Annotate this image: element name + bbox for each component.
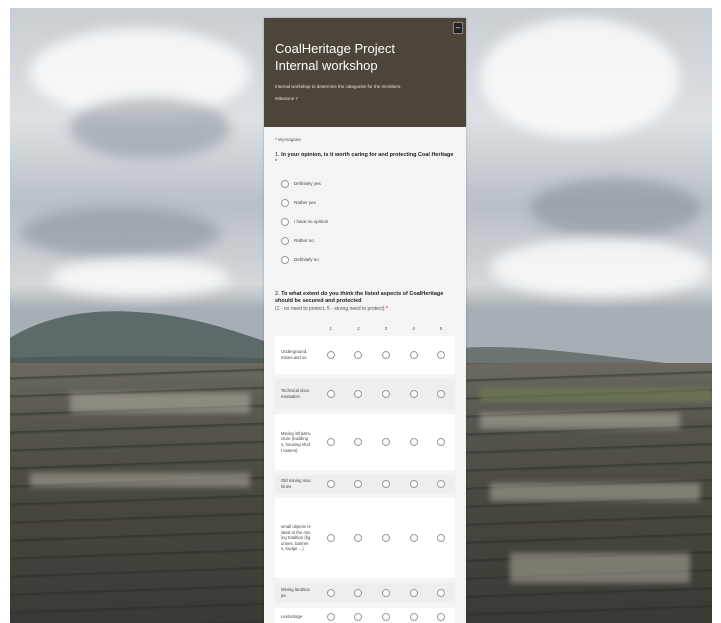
radio-button[interactable] [409, 438, 418, 446]
option-label: I have no opinion [294, 219, 329, 224]
radio-button[interactable] [281, 198, 289, 207]
grid-row-technical-documentation: Technical documentation [275, 379, 455, 409]
required-mark: * [385, 306, 388, 312]
radio-button[interactable] [326, 534, 335, 542]
row-label: Old mining machines [281, 478, 311, 489]
row-label: Underground, mines and so [281, 349, 308, 360]
radio-button[interactable] [326, 480, 335, 488]
radio-button[interactable] [409, 480, 418, 488]
question-text: To what extent do you think the listed a… [275, 291, 444, 304]
question-number: 2. [275, 291, 280, 297]
rating-grid: 1 2 3 4 5 Underground, mines and so Tech… [275, 320, 455, 623]
radio-button[interactable] [437, 438, 446, 446]
grid-row-mining-infrastructure: Mining infrastructure (buildings, housin… [275, 414, 455, 470]
radio-button[interactable] [409, 534, 418, 542]
question-1-options: Definitely yes Rather yes I have no opin… [275, 174, 455, 269]
form-description: Internal workshop to determine the categ… [275, 84, 402, 89]
question-1: 1. In your opinion, is it worth caring f… [275, 152, 455, 269]
form-card: – CoalHeritage Project Internal workshop… [264, 18, 466, 623]
question-2: 2. To what extent do you think the liste… [275, 291, 455, 623]
radio-button[interactable] [326, 351, 335, 359]
form-title: CoalHeritage Project [275, 41, 395, 56]
option-label: Rather no [294, 238, 314, 243]
grid-row-underground: Underground, mines and so [275, 336, 455, 374]
radio-button[interactable] [354, 589, 363, 597]
radio-button[interactable] [326, 613, 335, 621]
radio-button[interactable] [409, 613, 418, 621]
radio-button[interactable] [354, 480, 363, 488]
radio-button[interactable] [354, 351, 363, 359]
radio-button[interactable] [381, 613, 390, 621]
radio-button[interactable] [437, 613, 446, 621]
radio-button[interactable] [437, 534, 446, 542]
form-body: * Wymagane 1. In your opinion, is it wor… [264, 127, 466, 623]
option-definitely-no[interactable]: Definitely no [281, 250, 455, 269]
question-2-title: 2. To what extent do you think the liste… [275, 291, 455, 313]
question-help: (1 - no need to protect, 5 - strong need… [275, 306, 385, 312]
column-label: 1 [329, 325, 333, 331]
radio-button[interactable] [326, 438, 335, 446]
radio-button[interactable] [354, 613, 363, 621]
radio-button[interactable] [281, 236, 289, 245]
radio-button[interactable] [281, 179, 289, 188]
radio-button[interactable] [381, 438, 390, 446]
radio-button[interactable] [381, 534, 390, 542]
radio-button[interactable] [354, 534, 363, 542]
grid-row-small-objects: small objects related to the mining trad… [275, 498, 455, 578]
column-label: 5 [439, 325, 443, 331]
radio-button[interactable] [409, 390, 418, 398]
question-1-title: 1. In your opinion, is it worth caring f… [275, 152, 455, 166]
form-header: – CoalHeritage Project Internal workshop… [264, 18, 466, 127]
radio-button[interactable] [281, 217, 289, 226]
grid-row-lestoritage: Lestoritage [275, 608, 455, 623]
form-subtitle: Internal workshop [275, 58, 378, 73]
required-note: * Wymagane [275, 137, 301, 142]
row-label: small objects related to the mining trad… [281, 524, 311, 552]
grid-header: 1 2 3 4 5 [275, 320, 455, 336]
question-2-help: (1 - no need to protect, 5 - strong need… [275, 306, 455, 313]
column-label: 2 [357, 325, 360, 331]
option-label: Rather yes [294, 200, 316, 205]
radio-button[interactable] [354, 438, 363, 446]
row-label: Mining infrastructure (buildings, housin… [281, 430, 311, 453]
radio-button[interactable] [437, 351, 446, 359]
question-number: 1. [275, 152, 280, 158]
row-label: Lestoritage [281, 614, 303, 620]
column-label: 4 [412, 325, 415, 331]
radio-button[interactable] [409, 351, 418, 359]
collapse-button[interactable]: – [453, 22, 463, 34]
radio-button[interactable] [381, 390, 390, 398]
radio-button[interactable] [381, 480, 390, 488]
option-no-opinion[interactable]: I have no opinion [281, 212, 455, 231]
radio-button[interactable] [437, 589, 446, 597]
option-label: Definitely yes [294, 181, 321, 186]
grid-row-old-mining-machines: Old mining machines [275, 475, 455, 493]
row-label: Mining landscape [281, 587, 310, 598]
grid-row-mining-landscape: Mining landscape [275, 583, 455, 603]
radio-button[interactable] [437, 480, 446, 488]
radio-button[interactable] [381, 589, 390, 597]
radio-button[interactable] [437, 390, 446, 398]
radio-button[interactable] [326, 589, 335, 597]
form-milestone: Milestone 7 [275, 96, 299, 101]
question-text: In your opinion, is it worth caring for … [281, 152, 454, 158]
option-definitely-yes[interactable]: Definitely yes [281, 174, 455, 193]
radio-button[interactable] [281, 255, 289, 264]
radio-button[interactable] [354, 390, 363, 398]
required-mark: * [275, 159, 278, 165]
radio-button[interactable] [381, 351, 390, 359]
option-label: Definitely no [294, 257, 319, 262]
radio-button[interactable] [409, 589, 418, 597]
option-rather-yes[interactable]: Rather yes [281, 193, 455, 212]
row-label: Technical documentation [281, 388, 310, 399]
column-label: 3 [384, 325, 388, 331]
radio-button[interactable] [326, 390, 335, 398]
option-rather-no[interactable]: Rather no [281, 231, 455, 250]
